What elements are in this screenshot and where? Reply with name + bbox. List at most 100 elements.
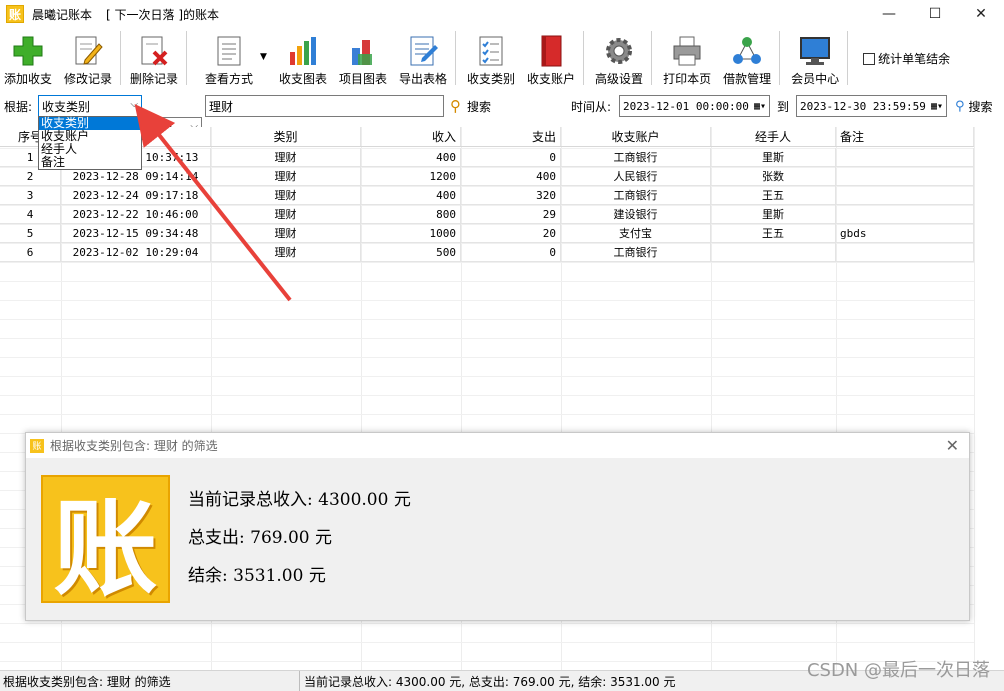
cell-income: 500 bbox=[361, 243, 461, 261]
time-from-picker[interactable]: 2023-12-01 00:00:00 ▦▾ bbox=[619, 95, 770, 117]
cell-note bbox=[836, 205, 974, 223]
add-record-button[interactable]: 添加收支 bbox=[4, 28, 52, 86]
search-icon: ⚲ bbox=[450, 97, 461, 115]
cell-date: 2023-12-15 09:34:48 bbox=[61, 224, 211, 242]
time-from-label: 时间从: bbox=[571, 99, 612, 114]
printer-icon bbox=[670, 34, 704, 68]
cell-account: 工商银行 bbox=[561, 186, 711, 204]
project-chart-button[interactable]: 项目图表 bbox=[339, 28, 387, 86]
export-sheet-icon bbox=[406, 34, 440, 68]
filter-bar: 根据: 收支类别 ⌵ 包含 ⌵ 理财 ⚲ 搜索 并且 ⌵ 时间从: 2023-1… bbox=[0, 93, 1004, 161]
cell-type: 理财 bbox=[211, 186, 361, 204]
cell-account: 工商银行 bbox=[561, 148, 711, 166]
cell-person: 王五 bbox=[711, 224, 836, 242]
print-page-button[interactable]: 打印本页 bbox=[663, 28, 711, 86]
cell-person: 里斯 bbox=[711, 205, 836, 223]
popup-logo-icon: 账 bbox=[30, 438, 44, 453]
table-row[interactable]: 12023-12-30 10:37:13理财4000工商银行里斯 bbox=[0, 148, 974, 167]
cell-idx: 3 bbox=[0, 186, 61, 204]
chevron-down-icon: ⌵ bbox=[130, 99, 138, 110]
cell-note bbox=[836, 148, 974, 166]
time-to-label: 到 bbox=[777, 99, 790, 114]
column-header-income[interactable]: 收入 bbox=[361, 127, 461, 146]
minimize-button[interactable]: — bbox=[866, 0, 912, 28]
member-center-button[interactable]: 会员中心 bbox=[791, 28, 839, 86]
column-header-account[interactable]: 收支账户 bbox=[561, 127, 711, 146]
table-row[interactable]: 5 2023-12-15 09:34:48 理财 1000 20 支付宝 王五 gbds bbox=[0, 224, 974, 243]
filter-field-dropdown-list: 收支类别 收支账户 经手人 备注 bbox=[38, 116, 142, 170]
popup-title: 根据收支类别包含: 理财 的筛选 bbox=[50, 439, 218, 453]
cell-note: gbds bbox=[836, 224, 974, 242]
edit-document-icon bbox=[71, 34, 105, 68]
document-view-icon bbox=[212, 34, 246, 68]
cell-date: 2023-12-02 10:29:04 bbox=[61, 243, 211, 261]
cell-expense: 320 bbox=[461, 186, 561, 204]
view-mode-button[interactable]: 查看方式 bbox=[198, 28, 260, 86]
account-button[interactable]: 收支账户 bbox=[527, 28, 575, 86]
search-button[interactable]: ⚲ 搜索 bbox=[450, 95, 491, 117]
advanced-settings-button[interactable]: 高级设置 bbox=[595, 28, 643, 86]
table-row[interactable]: 3 2023-12-24 09:17:18 理财 400 320 工商银行 王五 bbox=[0, 186, 974, 205]
calendar-icon[interactable]: ▦▾ bbox=[931, 101, 943, 112]
table-row[interactable]: 6 2023-12-02 10:29:04 理财 500 0 工商银行 bbox=[0, 243, 974, 262]
cell-expense: 29 bbox=[461, 205, 561, 223]
checklist-icon bbox=[474, 34, 508, 68]
cell-type: 理财 bbox=[211, 167, 361, 185]
export-table-button[interactable]: 导出表格 bbox=[399, 28, 447, 86]
search-document-icon: ⚲ bbox=[955, 98, 965, 114]
close-icon[interactable]: ✕ bbox=[946, 436, 959, 455]
watermark: CSDN @最后一次日落 bbox=[806, 660, 990, 681]
view-mode-dropdown-arrow-icon[interactable]: ▼ bbox=[260, 52, 267, 62]
total-expense-text: 总支出: 769.00 元 bbox=[188, 528, 333, 548]
column-header-expense[interactable]: 支出 bbox=[461, 127, 561, 146]
cell-income: 800 bbox=[361, 205, 461, 223]
popup-title-bar: 账 根据收支类别包含: 理财 的筛选 ✕ bbox=[26, 433, 969, 458]
income-chart-button[interactable]: 收支图表 bbox=[279, 28, 327, 86]
maximize-button[interactable]: ☐ bbox=[912, 0, 958, 28]
cell-type: 理财 bbox=[211, 148, 361, 166]
table-row[interactable]: 2 2023-12-28 09:14:14 理财 1200 400 人民银行 张数 bbox=[0, 167, 974, 186]
single-balance-checkbox[interactable]: 统计单笔结余 bbox=[863, 50, 950, 67]
time-search-button[interactable]: ⚲ 搜索 bbox=[955, 95, 993, 117]
stacked-chart-icon bbox=[346, 34, 380, 68]
cell-account: 工商银行 bbox=[561, 243, 711, 261]
cell-income: 1000 bbox=[361, 224, 461, 242]
cell-account: 建设银行 bbox=[561, 205, 711, 223]
monitor-icon bbox=[798, 34, 832, 68]
close-button[interactable]: ✕ bbox=[958, 0, 1004, 28]
balance-text: 结余: 3531.00 元 bbox=[188, 566, 326, 586]
cell-account: 支付宝 bbox=[561, 224, 711, 242]
ledger-logo-icon: 账 bbox=[41, 475, 170, 610]
cell-note bbox=[836, 243, 974, 261]
dropdown-option[interactable]: 备注 bbox=[39, 156, 141, 169]
network-icon bbox=[730, 34, 764, 68]
checkbox-box[interactable] bbox=[863, 52, 876, 65]
toolbar: 添加收支 修改记录 删除记录 查看方式 ▼ 收支图表 项目图表 导出表格 收支类… bbox=[0, 28, 1004, 88]
delete-document-icon bbox=[137, 34, 171, 68]
title-bar: 账 晨曦记账本 [ 下一次日落 ]的账本 — ☐ ✕ bbox=[0, 0, 1004, 28]
table-row[interactable]: 4 2023-12-22 10:46:00 理财 800 29 建设银行 里斯 bbox=[0, 205, 974, 224]
total-income-text: 当前记录总收入: 4300.00 元 bbox=[188, 490, 411, 510]
cell-date: 2023-12-22 10:46:00 bbox=[61, 205, 211, 223]
column-header-person[interactable]: 经手人 bbox=[711, 127, 836, 146]
cell-idx: 5 bbox=[0, 224, 61, 242]
filter-field-select[interactable]: 收支类别 ⌵ bbox=[38, 95, 142, 117]
cell-note bbox=[836, 167, 974, 185]
time-to-picker[interactable]: 2023-12-30 23:59:59 ▦▾ bbox=[796, 95, 947, 117]
cell-account: 人民银行 bbox=[561, 167, 711, 185]
calendar-icon[interactable]: ▦▾ bbox=[754, 101, 766, 112]
cell-note bbox=[836, 186, 974, 204]
filter-by-label: 根据: bbox=[4, 99, 33, 114]
cell-person: 里斯 bbox=[711, 148, 836, 166]
status-totals-text: 当前记录总收入: 4300.00 元, 总支出: 769.00 元, 结余: 3… bbox=[304, 674, 676, 689]
loan-manage-button[interactable]: 借款管理 bbox=[723, 28, 771, 86]
red-book-icon bbox=[534, 34, 568, 68]
cell-type: 理财 bbox=[211, 243, 361, 261]
column-header-type[interactable]: 类别 bbox=[211, 127, 361, 146]
gear-icon bbox=[602, 34, 636, 68]
delete-record-button[interactable]: 删除记录 bbox=[130, 28, 178, 86]
category-button[interactable]: 收支类别 bbox=[467, 28, 515, 86]
column-header-note[interactable]: 备注 bbox=[836, 127, 974, 146]
edit-record-button[interactable]: 修改记录 bbox=[64, 28, 112, 86]
keyword-input[interactable]: 理财 bbox=[205, 95, 444, 117]
